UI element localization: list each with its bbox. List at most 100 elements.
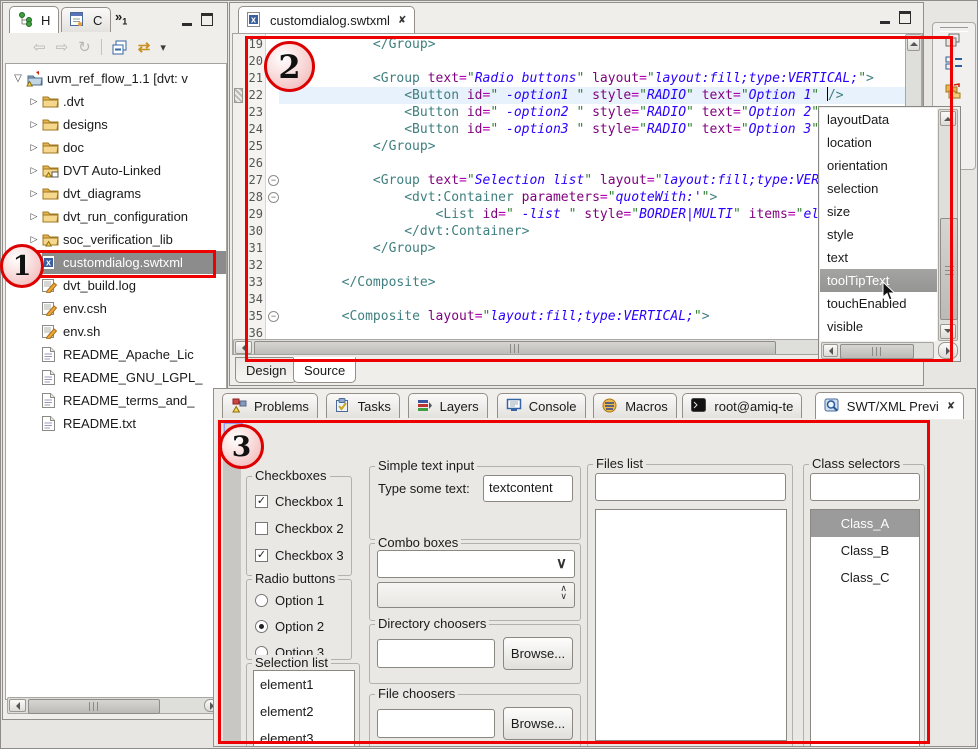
project-tree[interactable]: ▽uvm_ref_flow_1.1 [dvt: v▷.dvt▷designs▷d… — [5, 63, 227, 700]
code-line-21[interactable]: <Group text="Radio buttons" layout="layo… — [279, 70, 874, 87]
chevron-down-icon[interactable]: ∨ — [556, 554, 567, 572]
drag-handle[interactable] — [940, 27, 968, 32]
radio-icon[interactable] — [255, 620, 268, 633]
autocomplete-item-layoutdata[interactable]: layoutData — [820, 108, 937, 131]
link-with-editor-icon[interactable]: ⇄ — [138, 38, 151, 56]
tree-item-readme-apache-lic[interactable]: README_Apache_Lic — [6, 343, 226, 366]
tree-item-designs[interactable]: ▷designs — [6, 113, 226, 136]
outline-view-icon[interactable] — [945, 55, 965, 73]
code-line-25[interactable]: </Group> — [279, 138, 436, 155]
back-icon[interactable]: ⇦ — [33, 38, 46, 56]
autocomplete-item-touchenabled[interactable]: touchEnabled — [820, 292, 937, 315]
combo-box-readonly[interactable]: ∧∨ — [377, 582, 575, 608]
tree-item-env.csh[interactable]: env.csh — [6, 297, 226, 320]
class-filter-input[interactable] — [810, 473, 920, 501]
checkbox-2[interactable]: Checkbox 2 — [255, 518, 344, 538]
list-item-element3[interactable]: element3 — [254, 725, 354, 746]
files-filter-input[interactable] — [595, 473, 786, 501]
view-tab-console[interactable]: Console — [497, 393, 586, 418]
tree-item-dvt-auto-linked[interactable]: ▷DVT Auto-Linked — [6, 159, 226, 182]
browse-directory-button[interactable]: Browse... — [503, 637, 573, 670]
fold-collapse-icon[interactable]: − — [268, 311, 279, 322]
autocomplete-popup[interactable]: layoutDatalocationorientationselectionsi… — [818, 106, 961, 362]
tree-item-readme.txt[interactable]: README.txt — [6, 412, 226, 435]
code-line-22[interactable]: <Button id=" -option1 " style="RADIO" te… — [279, 87, 844, 104]
scroll-left-icon[interactable] — [823, 344, 838, 357]
autocomplete-item-orientation[interactable]: orientation — [820, 154, 937, 177]
explorer-view-tab-h[interactable]: H — [9, 6, 59, 33]
code-line-23[interactable]: <Button id=" -option2 " style="RADIO" te… — [279, 104, 843, 121]
mode-tab-source[interactable]: Source — [293, 357, 356, 383]
mode-tab-design[interactable]: Design — [235, 357, 297, 383]
editor-window-buttons[interactable] — [880, 11, 911, 24]
scroll-thumb[interactable] — [940, 218, 958, 320]
checkbox-icon[interactable]: ✓ — [255, 495, 268, 508]
linked-folders-icon[interactable] — [945, 81, 965, 99]
forward-icon[interactable]: ⇨ — [56, 38, 69, 56]
maximize-icon[interactable] — [201, 13, 213, 26]
scroll-thumb[interactable] — [840, 344, 914, 359]
fold-collapse-icon[interactable]: − — [268, 175, 279, 186]
radio-option-1[interactable]: Option 1 — [255, 590, 324, 610]
tree-item-dvt-run-configuration[interactable]: ▷dvt_run_configuration — [6, 205, 226, 228]
collapse-arrow-icon[interactable]: ▷ — [26, 165, 42, 176]
code-line-28[interactable]: <dvt:Container parameters="quoteWith:'"> — [279, 189, 717, 206]
collapse-arrow-icon[interactable]: ▷ — [26, 211, 42, 222]
minimize-icon[interactable] — [182, 14, 192, 26]
restore-view-icon[interactable] — [945, 33, 965, 51]
autocomplete-item-tooltiptext[interactable]: toolTipText — [820, 269, 937, 292]
view-tab-swt-xml-previ[interactable]: SWT/XML Previ✘ — [815, 392, 964, 419]
autocomplete-item-location[interactable]: location — [820, 131, 937, 154]
collapse-arrow-icon[interactable]: ▷ — [26, 188, 42, 199]
spinner-chevrons-icon[interactable]: ∧∨ — [560, 584, 567, 600]
collapse-arrow-icon[interactable]: ▷ — [26, 96, 42, 107]
editor-tab-customdialog[interactable]: x customdialog.swtxml ✘ — [238, 6, 415, 33]
explorer-overflow-badge[interactable]: »1 — [115, 9, 127, 27]
autocomplete-item-selection[interactable]: selection — [820, 177, 937, 200]
collapse-arrow-icon[interactable]: ▷ — [26, 119, 42, 130]
close-icon[interactable]: ✘ — [398, 15, 406, 26]
view-tab-root-amiq-te[interactable]: root@amiq-te — [682, 393, 802, 418]
autocomplete-item-text[interactable]: text — [820, 246, 937, 269]
view-menu-icon[interactable]: ▾ — [160, 41, 166, 54]
tree-item-readme-gnu-lgpl-[interactable]: README_GNU_LGPL_ — [6, 366, 226, 389]
view-tab-macros[interactable]: Macros — [593, 393, 677, 418]
autocomplete-list[interactable]: layoutDatalocationorientationselectionsi… — [820, 108, 937, 341]
checkbox-1[interactable]: ✓Checkbox 1 — [255, 491, 344, 511]
fold-collapse-icon[interactable]: − — [268, 192, 279, 203]
autocomplete-item-style[interactable]: style — [820, 223, 937, 246]
text-input[interactable]: textcontent — [483, 475, 573, 502]
scroll-right-icon[interactable] — [938, 342, 958, 359]
code-line-33[interactable]: </Composite> — [279, 274, 436, 291]
maximize-icon[interactable] — [899, 11, 911, 24]
collapse-arrow-icon[interactable]: ▷ — [26, 142, 42, 153]
view-tab-layers[interactable]: Layers — [408, 393, 488, 418]
list-item-element2[interactable]: element2 — [254, 698, 354, 725]
tree-item-dvt-diagrams[interactable]: ▷dvt_diagrams — [6, 182, 226, 205]
class-item-class_a[interactable]: Class_A — [811, 510, 919, 537]
scroll-left-icon[interactable] — [235, 341, 252, 354]
code-line-27[interactable]: <Group text="Selection list" layout="lay… — [279, 172, 882, 189]
browse-file-button[interactable]: Browse... — [503, 707, 573, 740]
expand-arrow-icon[interactable]: ▽ — [10, 73, 26, 84]
scroll-up-icon[interactable] — [907, 36, 920, 51]
popup-hscrollbar[interactable] — [821, 342, 934, 359]
tree-item-.dvt[interactable]: ▷.dvt — [6, 90, 226, 113]
selection-listbox[interactable]: element1element2element3 — [253, 670, 355, 746]
collapse-all-icon[interactable] — [112, 40, 128, 55]
view-tab-tasks[interactable]: Tasks — [326, 393, 400, 418]
list-item-element1[interactable]: element1 — [254, 671, 354, 698]
combo-box-editable[interactable]: ∨ — [377, 550, 575, 578]
class-listbox[interactable]: Class_AClass_BClass_C — [810, 509, 920, 746]
directory-input[interactable] — [377, 639, 495, 668]
minimize-icon[interactable] — [880, 12, 890, 24]
scroll-down-icon[interactable] — [940, 324, 956, 339]
navigate-up-icon[interactable]: ↻ — [78, 38, 91, 56]
radio-option-2[interactable]: Option 2 — [255, 616, 324, 636]
popup-vscrollbar[interactable] — [938, 109, 958, 341]
scroll-up-icon[interactable] — [940, 111, 956, 126]
checkbox-icon[interactable]: ✓ — [255, 549, 268, 562]
autocomplete-item-size[interactable]: size — [820, 200, 937, 223]
scroll-thumb[interactable] — [28, 699, 160, 714]
view-tab-problems[interactable]: Problems — [222, 393, 318, 418]
